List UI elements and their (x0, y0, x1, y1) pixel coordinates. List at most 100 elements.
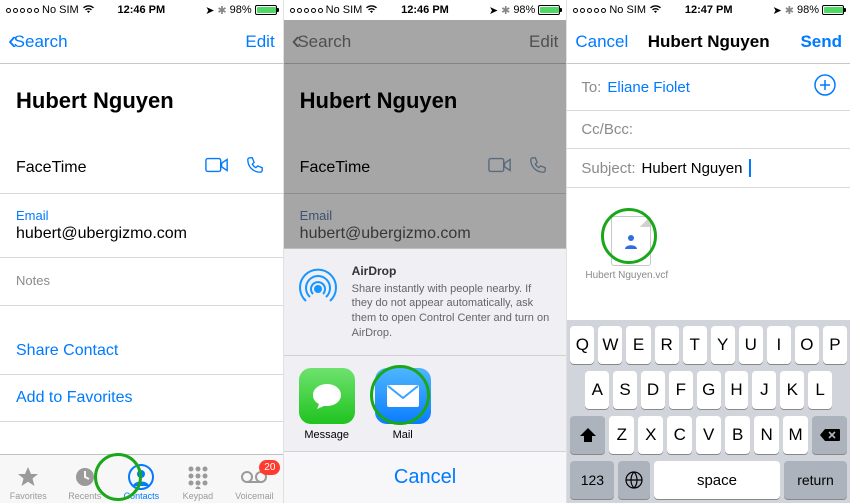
key-shift[interactable] (570, 416, 605, 454)
vcf-attachment[interactable]: Hubert Nguyen.vcf (607, 216, 655, 281)
key-backspace[interactable] (812, 416, 847, 454)
key-p[interactable]: P (823, 326, 847, 364)
email-value: hubert@ubergizmo.com (16, 225, 187, 242)
to-label: To: (581, 79, 601, 96)
cc-label: Cc/Bcc: (581, 121, 633, 138)
status-bar: No SIM 12:47 PM ➤ ✱ 98% (567, 0, 850, 20)
signal-dots-icon (573, 8, 606, 13)
share-mail-button[interactable]: Mail (372, 368, 434, 441)
share-message-button[interactable]: Message (296, 368, 358, 441)
key-g[interactable]: G (697, 371, 721, 409)
key-x[interactable]: X (638, 416, 663, 454)
bluetooth-icon: ✱ (217, 4, 226, 17)
send-button[interactable]: Send (800, 32, 842, 52)
tab-label: Keypad (170, 491, 226, 501)
key-l[interactable]: L (808, 371, 832, 409)
voicemail-badge: 20 (259, 460, 280, 475)
share-contact-button[interactable]: Share Contact (0, 328, 283, 375)
key-w[interactable]: W (598, 326, 622, 364)
email-label: Email (16, 208, 267, 223)
key-c[interactable]: C (667, 416, 692, 454)
notes-label: Notes (16, 273, 50, 288)
to-field[interactable]: To: Eliane Fiolet (567, 64, 850, 111)
key-v[interactable]: V (696, 416, 721, 454)
location-icon: ➤ (205, 4, 214, 17)
add-recipient-button[interactable] (814, 74, 836, 100)
modal-dim[interactable] (284, 20, 567, 273)
battery-percent: 98% (513, 4, 535, 16)
key-u[interactable]: U (739, 326, 763, 364)
facetime-label: FaceTime (16, 159, 87, 177)
airdrop-desc: Share instantly with people nearby. If t… (352, 283, 550, 340)
key-b[interactable]: B (725, 416, 750, 454)
airdrop-icon (296, 263, 340, 312)
screen-share-sheet: No SIM 12:46 PM ➤ ✱ 98% ‹ Search Edit Hu… (284, 0, 567, 503)
key-globe[interactable] (618, 461, 650, 499)
key-numbers[interactable]: 123 (570, 461, 614, 499)
cancel-button[interactable]: Cancel (284, 451, 567, 503)
tab-label: Voicemail (226, 491, 282, 501)
key-return[interactable]: return (784, 461, 847, 499)
tab-favorites[interactable]: Favorites (0, 463, 56, 501)
key-z[interactable]: Z (609, 416, 634, 454)
key-e[interactable]: E (626, 326, 650, 364)
nav-bar: Cancel Hubert Nguyen Send (567, 20, 850, 64)
kbd-row-4: 123 space return (570, 461, 847, 499)
keyboard: Q W E R T Y U I O P A S D F G H J K L Z … (567, 320, 850, 503)
carrier-label: No SIM (326, 4, 363, 16)
keypad-icon (170, 463, 226, 491)
key-r[interactable]: R (655, 326, 679, 364)
status-bar: No SIM 12:46 PM ➤ ✱ 98% (0, 0, 283, 20)
facetime-video-button[interactable] (205, 156, 229, 179)
wifi-icon (365, 4, 378, 17)
location-icon: ➤ (773, 4, 782, 17)
contact-name: Hubert Nguyen (0, 64, 283, 142)
subject-label: Subject: (581, 160, 635, 177)
edit-button[interactable]: Edit (245, 32, 274, 52)
key-space[interactable]: space (654, 461, 780, 499)
screen-mail-compose: No SIM 12:47 PM ➤ ✱ 98% Cancel Hubert Ng… (567, 0, 850, 503)
message-body[interactable]: Hubert Nguyen.vcf (567, 188, 850, 318)
battery-icon (538, 5, 560, 15)
battery-icon (822, 5, 844, 15)
battery-percent: 98% (230, 4, 252, 16)
key-j[interactable]: J (752, 371, 776, 409)
key-k[interactable]: K (780, 371, 804, 409)
key-y[interactable]: Y (711, 326, 735, 364)
signal-dots-icon (6, 8, 39, 13)
key-a[interactable]: A (585, 371, 609, 409)
tab-recents[interactable]: Recents (57, 463, 113, 501)
back-button[interactable]: ‹ Search (8, 26, 68, 57)
screen-contact-card: No SIM 12:46 PM ➤ ✱ 98% ‹ Search Edit Hu… (0, 0, 283, 503)
add-to-favorites-button[interactable]: Add to Favorites (0, 375, 283, 422)
key-i[interactable]: I (767, 326, 791, 364)
cancel-button[interactable]: Cancel (575, 32, 628, 52)
key-q[interactable]: Q (570, 326, 594, 364)
key-d[interactable]: D (641, 371, 665, 409)
subject-field[interactable]: Subject: Hubert Nguyen (567, 149, 850, 188)
star-icon (0, 463, 56, 491)
key-f[interactable]: F (669, 371, 693, 409)
tab-voicemail[interactable]: 20 Voicemail (226, 463, 282, 501)
notes-row[interactable]: Notes (0, 258, 283, 306)
tab-contacts[interactable]: Contacts (113, 463, 169, 501)
cc-bcc-field[interactable]: Cc/Bcc: (567, 111, 850, 149)
key-n[interactable]: N (754, 416, 779, 454)
key-o[interactable]: O (795, 326, 819, 364)
key-t[interactable]: T (683, 326, 707, 364)
key-h[interactable]: H (725, 371, 749, 409)
tab-bar: Favorites Recents Contacts Keypad 20 Voi… (0, 454, 283, 503)
key-m[interactable]: M (783, 416, 808, 454)
key-s[interactable]: S (613, 371, 637, 409)
wifi-icon (649, 4, 662, 17)
kbd-row-1: Q W E R T Y U I O P (570, 326, 847, 364)
airdrop-row[interactable]: AirDrop Share instantly with people near… (284, 249, 567, 356)
kbd-row-2: A S D F G H J K L (570, 371, 847, 409)
facetime-audio-button[interactable] (243, 156, 267, 179)
email-row[interactable]: Email hubert@ubergizmo.com (0, 194, 283, 258)
tab-keypad[interactable]: Keypad (170, 463, 226, 501)
subject-value: Hubert Nguyen (642, 160, 743, 177)
clock-icon (57, 463, 113, 491)
mail-icon (375, 368, 431, 424)
location-icon: ➤ (489, 4, 498, 17)
